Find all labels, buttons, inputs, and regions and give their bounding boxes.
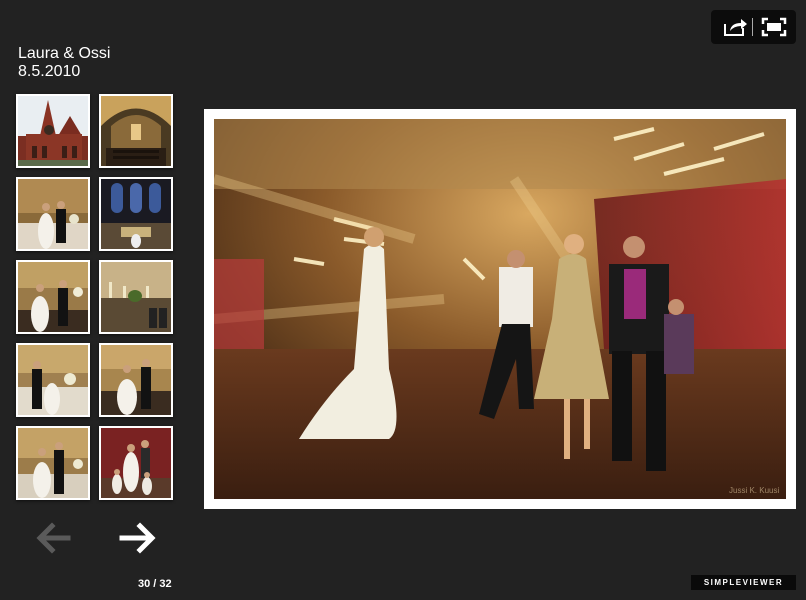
gallery-date: 8.5.2010 [18,63,81,80]
share-button[interactable] [713,10,753,44]
simpleviewer-logo[interactable]: SIMPLEVIEWER [691,575,796,590]
thumbnail-image [18,179,88,249]
image-counter: 30 / 32 [138,578,172,590]
dancing-photo: Jussi K. Kuusi [214,119,786,499]
toolbar [711,10,796,44]
share-icon [724,19,747,36]
thumbnail-church-windows[interactable] [99,177,173,251]
gallery-title-text: Laura & Ossi [18,45,111,62]
thumbnail-image [18,428,88,498]
thumbnail-image [101,428,171,498]
gallery-title: Laura & Ossi 8.5.2010 [18,45,110,81]
fullscreen-icon [761,17,787,37]
thumbnail-church-interior[interactable] [99,94,173,168]
main-photo[interactable]: Jussi K. Kuusi [214,119,786,499]
thumbnail-image [101,96,171,166]
thumbnail-family-group[interactable] [99,426,173,500]
thumbnail-couple-kneeling[interactable] [16,343,90,417]
thumbnail-image [18,96,88,166]
fullscreen-button[interactable] [754,10,794,44]
thumbnail-couple-exchange[interactable] [99,343,173,417]
thumbnail-image [101,179,171,249]
thumbnail-couple-vows[interactable] [16,260,90,334]
thumbnail-church-exterior[interactable] [16,94,90,168]
thumbnail-image [101,262,171,332]
thumbnail-couple-at-altar[interactable] [16,177,90,251]
thumbnail-image [18,262,88,332]
thumbnail-couple-standing[interactable] [16,426,90,500]
arrow-right-icon [119,522,156,554]
thumbnail-altar-candles[interactable] [99,260,173,334]
previous-button[interactable] [34,518,74,558]
arrow-left-icon [36,522,71,554]
next-button[interactable] [118,518,158,558]
photo-watermark: Jussi K. Kuusi [729,486,779,495]
main-image-frame: Jussi K. Kuusi [204,109,796,509]
thumbnail-image [101,345,171,415]
thumbnail-image [18,345,88,415]
toolbar-separator [752,18,753,36]
